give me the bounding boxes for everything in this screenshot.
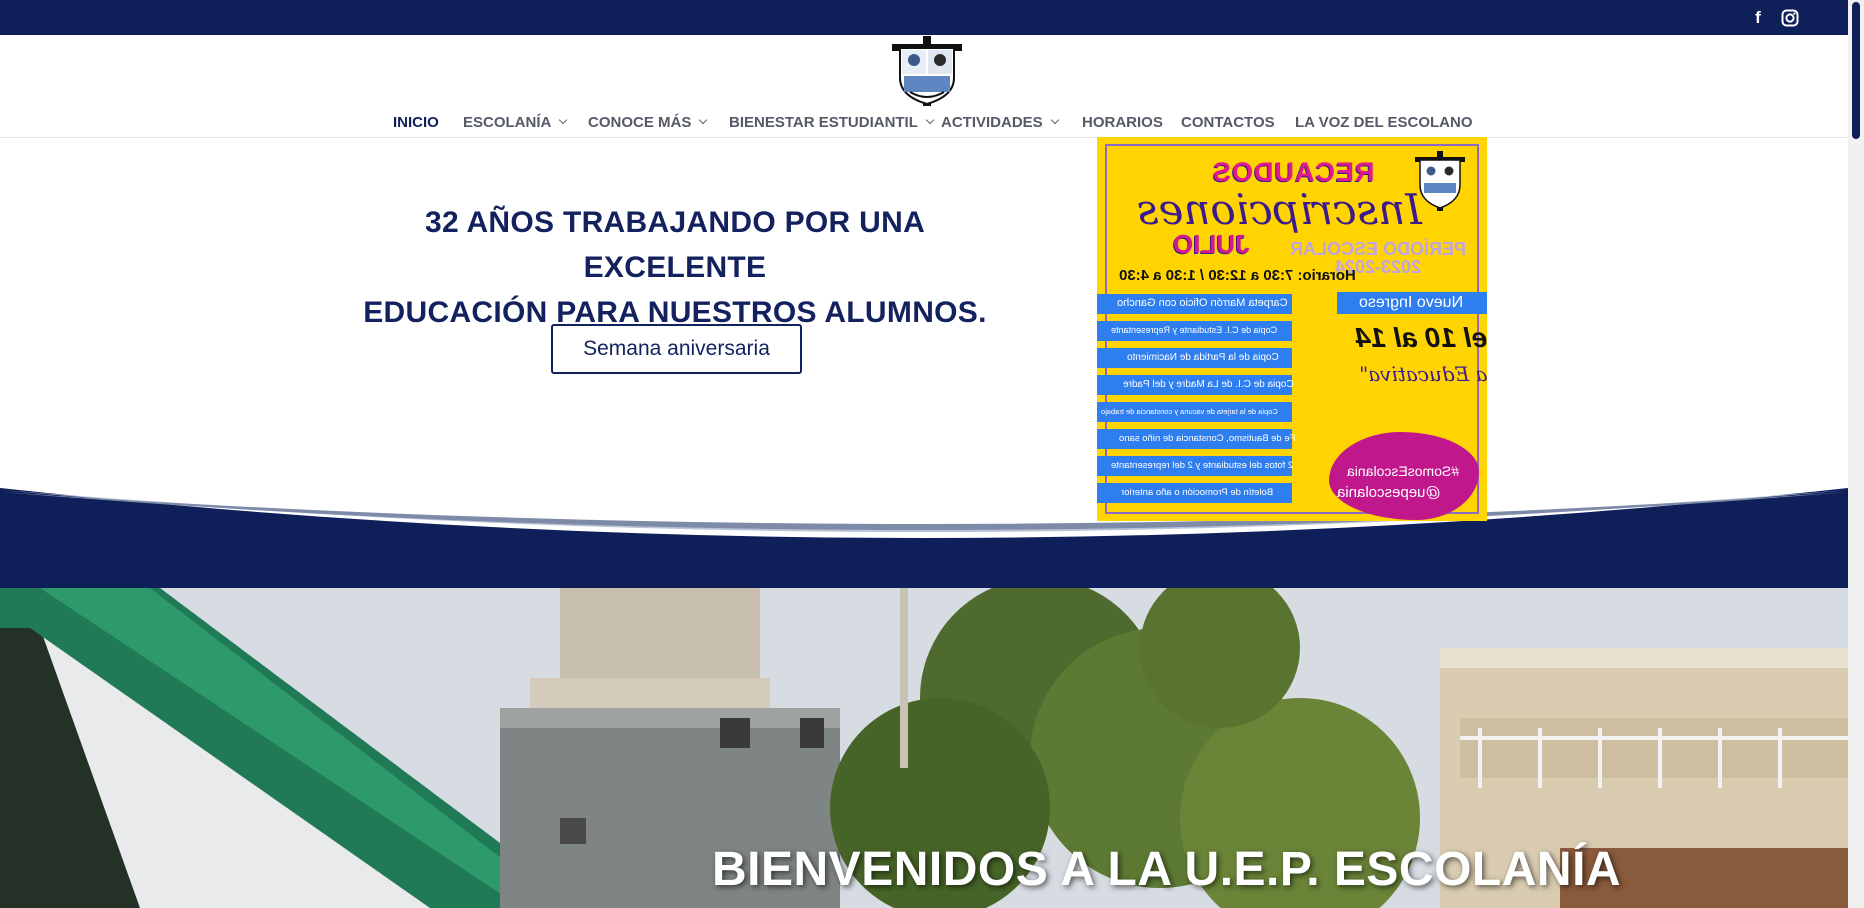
poster-dates: Del 10 al 14: [1355, 322, 1487, 353]
nav-item-escolania[interactable]: ESCOLANÍA: [463, 108, 568, 136]
poster-crest-icon: [1415, 151, 1465, 211]
nav-label: ESCOLANÍA: [463, 113, 552, 131]
school-crest-icon[interactable]: [892, 36, 962, 106]
nav-item-la-voz-del-escolano[interactable]: LA VOZ DEL ESCOLANO: [1295, 108, 1473, 136]
poster-script: Inscripciones: [1137, 185, 1422, 234]
site-header: INICIO ESCOLANÍA CONOCE MÁS BIENESTAR ES…: [0, 35, 1848, 138]
poster-month: JULIO: [1173, 229, 1250, 259]
poster-signature: "A la Vanguardia Educativa": [1359, 362, 1487, 386]
nav-label: LA VOZ DEL ESCOLANO: [1295, 113, 1473, 131]
poster-req-6: Fe de Bautismo, Constancia de niño sano: [1119, 433, 1296, 444]
instagram-icon[interactable]: [1778, 6, 1802, 30]
enrollment-poster[interactable]: RECAUDOS Inscripciones JULIO PERÍODO ESC…: [1097, 137, 1487, 521]
facebook-icon[interactable]: f: [1746, 6, 1770, 30]
nav-item-actividades[interactable]: ACTIVIDADES: [941, 108, 1059, 136]
nav-label: HORARIOS: [1082, 113, 1163, 131]
nav-label: BIENESTAR ESTUDIANTIL: [729, 113, 918, 131]
nav-item-conoce-mas[interactable]: CONOCE MÁS: [588, 108, 708, 136]
nav-item-inicio[interactable]: INICIO: [393, 108, 439, 136]
poster-req-5: Copia de la tarjeta de vacuna y constanc…: [1101, 407, 1278, 416]
poster-req-7: 2 fotos del estudiante y 2 del represent…: [1111, 460, 1294, 471]
main-nav: INICIO ESCOLANÍA CONOCE MÁS BIENESTAR ES…: [0, 108, 1848, 136]
semana-aniversaria-button[interactable]: Semana aniversaria: [551, 324, 802, 374]
poster-req-2: Copia de C.I. Estudiante y Representante: [1111, 325, 1278, 335]
top-bar: f: [0, 0, 1864, 35]
nav-item-contactos[interactable]: CONTACTOS: [1181, 108, 1275, 136]
poster-title: RECAUDOS: [1212, 157, 1375, 187]
welcome-video[interactable]: BIENVENIDOS A LA U.E.P. ESCOLANÍA: [0, 588, 1848, 908]
nav-item-bienestar-estudiantil[interactable]: BIENESTAR ESTUDIANTIL: [729, 108, 935, 136]
nav-label: ACTIVIDADES: [941, 113, 1043, 131]
chevron-down-icon: [699, 115, 708, 125]
hero-heading: 32 AÑOS TRABAJANDO POR UNA EXCELENTE EDU…: [330, 200, 1020, 335]
poster-req-3: Copia de la Partida de Nacimiento: [1127, 352, 1279, 363]
nav-label: CONTACTOS: [1181, 113, 1275, 131]
poster-req-8: Boletín de Promoción o año anterior: [1121, 487, 1274, 498]
poster-handle: @uepescolania: [1337, 484, 1441, 501]
poster-hashtag: #SomosEscolania: [1347, 463, 1460, 479]
chevron-down-icon: [1050, 115, 1059, 125]
wave-divider: [0, 488, 1848, 588]
video-title: BIENVENIDOS A LA U.E.P. ESCOLANÍA: [712, 843, 1622, 896]
poster-hours: Horario: 7:30 a 12:30 / 1:30 a 4:30: [1119, 267, 1356, 284]
poster-req-1: Carpeta Marrón Oficio con Gancho: [1117, 297, 1288, 309]
poster-new-label: Nuevo Ingreso: [1359, 294, 1464, 311]
scrollbar-thumb[interactable]: [1852, 2, 1860, 139]
poster-req-4: Copia de C.I. de La Madre y del Padre: [1123, 379, 1294, 390]
chevron-down-icon: [925, 115, 935, 125]
poster-period-line-1: PERÍODO ESCOLAR: [1290, 239, 1467, 259]
nav-label: CONOCE MÁS: [588, 113, 692, 131]
nav-item-horarios[interactable]: HORARIOS: [1082, 108, 1163, 136]
hero-heading-line-1: 32 AÑOS TRABAJANDO POR UNA EXCELENTE: [424, 206, 926, 284]
page-scrollbar[interactable]: [1848, 0, 1864, 908]
nav-label: INICIO: [393, 113, 439, 131]
chevron-down-icon: [559, 115, 568, 125]
